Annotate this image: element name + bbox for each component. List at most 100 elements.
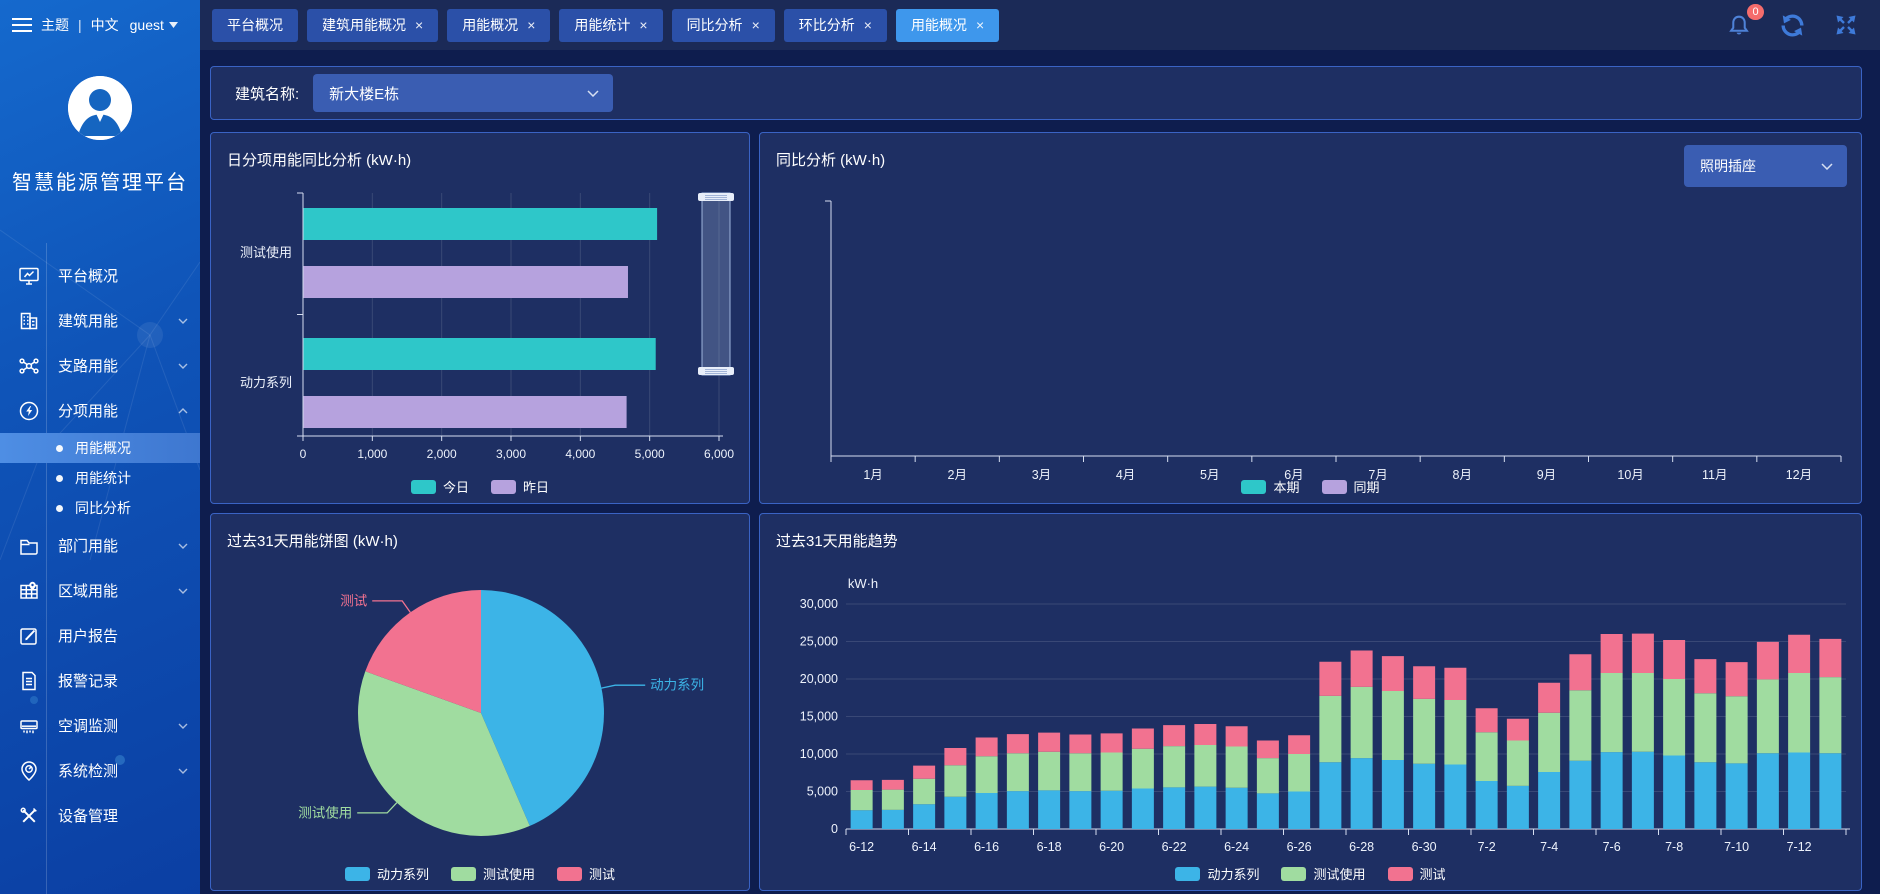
legend-item[interactable]: 测试使用	[451, 864, 535, 883]
svg-text:6-18: 6-18	[1037, 840, 1062, 854]
sidebar-item-user-report[interactable]: 用户报告	[0, 613, 200, 658]
refresh-button[interactable]	[1779, 12, 1806, 39]
user-menu[interactable]: guest	[130, 17, 178, 33]
sidebar-item-device-mgmt[interactable]: 设备管理	[0, 793, 200, 838]
filter-panel: 建筑名称: 新大楼E栋	[210, 66, 1862, 120]
legend-item[interactable]: 动力系列	[345, 864, 429, 883]
chevron-down-icon	[587, 90, 599, 97]
menu-toggle-icon[interactable]	[12, 18, 32, 32]
sidebar-item-system-check[interactable]: 系统检测	[0, 748, 200, 793]
sidebar-subitem-label: 用能概况	[75, 438, 131, 458]
fullscreen-button[interactable]	[1834, 13, 1858, 37]
legend-swatch	[345, 867, 370, 881]
tab[interactable]: 平台概况	[212, 9, 298, 42]
sidebar-item-branch-energy[interactable]: 支路用能	[0, 343, 200, 388]
sidebar-item-label: 系统检测	[58, 760, 118, 781]
theme-link[interactable]: 主题	[41, 15, 69, 35]
bullet-icon	[56, 505, 63, 512]
close-icon[interactable]: ×	[527, 17, 535, 33]
tab[interactable]: 环比分析 ×	[784, 9, 887, 42]
svg-text:测试使用: 测试使用	[240, 245, 292, 260]
chevron-down-icon	[178, 363, 188, 369]
caret-down-icon	[169, 22, 178, 28]
tab[interactable]: 用能概况 ×	[896, 9, 999, 42]
building-select[interactable]: 新大楼E栋	[313, 74, 613, 112]
energy-pie-chart: 动力系列 测试使用 测试	[211, 514, 749, 890]
avatar	[68, 76, 132, 140]
legend-swatch	[557, 867, 582, 881]
tab[interactable]: 用能概况 ×	[447, 9, 550, 42]
sidebar-item-subitem-energy[interactable]: 分项用能	[0, 388, 200, 433]
tab-label: 环比分析	[799, 15, 855, 35]
main-content: 建筑名称: 新大楼E栋 日分项用能同比分析 (kW·h) 01,0002,000…	[200, 50, 1880, 894]
sidebar-subitem-energy-stats[interactable]: 用能统计	[0, 463, 200, 493]
building-name-label: 建筑名称:	[235, 83, 299, 104]
chevron-down-icon	[178, 768, 188, 774]
folder-icon	[17, 534, 41, 558]
legend-label: 同期	[1354, 477, 1380, 496]
sidebar-item-ac-monitor[interactable]: 空调监测	[0, 703, 200, 748]
tab-label: 用能概况	[911, 15, 967, 35]
sidebar-item-region-energy[interactable]: 区域用能	[0, 568, 200, 613]
legend-label: 动力系列	[377, 864, 429, 883]
close-icon[interactable]: ×	[415, 17, 423, 33]
svg-text:1,000: 1,000	[357, 447, 387, 461]
panel-title: 过去31天用能趋势	[776, 530, 898, 551]
sidebar-item-alarm-records[interactable]: 报警记录	[0, 658, 200, 703]
user-bar: 主题 | 中文 guest	[0, 0, 200, 50]
legend-item[interactable]: 同期	[1322, 477, 1380, 496]
legend-item[interactable]: 动力系列	[1175, 864, 1259, 883]
tab[interactable]: 用能统计 ×	[559, 9, 662, 42]
chevron-down-icon	[178, 588, 188, 594]
datazoom-slider[interactable]	[698, 193, 734, 375]
ac-icon	[17, 714, 41, 738]
panel-daily-yoy: 日分项用能同比分析 (kW·h) 01,0002,0003,0004,0005,…	[210, 132, 750, 504]
svg-text:6-12: 6-12	[849, 840, 874, 854]
close-icon[interactable]: ×	[639, 17, 647, 33]
legend-item[interactable]: 今日	[411, 477, 469, 496]
language-link[interactable]: 中文	[91, 15, 119, 35]
tab[interactable]: 同比分析×	[672, 9, 775, 42]
legend-item[interactable]: 本期	[1241, 477, 1299, 496]
sidebar-subitem-energy-overview[interactable]: 用能概况	[0, 433, 200, 463]
chevron-down-icon	[178, 543, 188, 549]
svg-text:6-16: 6-16	[974, 840, 999, 854]
svg-text:6-28: 6-28	[1349, 840, 1374, 854]
svg-text:7-8: 7-8	[1665, 840, 1683, 854]
notifications-button[interactable]: 0	[1727, 13, 1751, 37]
tab-label: 用能概况	[462, 15, 518, 35]
notification-badge: 0	[1747, 4, 1764, 20]
legend-item[interactable]: 测试	[1388, 864, 1446, 883]
sidebar: 主题 | 中文 guest 智慧能源管理平台 平台概况建筑用能支路用能分项用能用…	[0, 0, 200, 894]
yoy-line-chart: 1月2月3月4月5月6月7月8月9月10月11月12月	[760, 133, 1861, 503]
close-icon[interactable]: ×	[752, 17, 760, 33]
legend-item[interactable]: 测试	[557, 864, 615, 883]
tab[interactable]: 建筑用能概况×	[307, 9, 438, 42]
sidebar-subitem-yoy-analysis[interactable]: 同比分析	[0, 493, 200, 523]
tab-label: 用能统计	[574, 15, 630, 35]
map-icon	[17, 579, 41, 603]
legend-item[interactable]: 测试使用	[1281, 864, 1365, 883]
svg-text:5,000: 5,000	[635, 447, 665, 461]
username: guest	[130, 17, 164, 33]
chart-legend: 动力系列 测试使用 测试	[211, 864, 749, 883]
legend-item[interactable]: 昨日	[491, 477, 549, 496]
sidebar-item-label: 区域用能	[58, 580, 118, 601]
svg-text:2,000: 2,000	[427, 447, 457, 461]
legend-swatch	[451, 867, 476, 881]
sidebar-item-platform-overview[interactable]: 平台概况	[0, 253, 200, 298]
chevron-up-icon	[178, 408, 188, 414]
building-select-value: 新大楼E栋	[329, 83, 399, 104]
close-icon[interactable]: ×	[864, 17, 872, 33]
svg-text:4,000: 4,000	[565, 447, 595, 461]
bullet-icon	[56, 475, 63, 482]
panel-energy-pie: 过去31天用能饼图 (kW·h) 动力系列测试使用测试 动力系列测试使用测试	[210, 513, 750, 891]
category-select[interactable]: 照明插座	[1684, 145, 1847, 187]
svg-text:5,000: 5,000	[807, 785, 838, 799]
sidebar-item-department-energy[interactable]: 部门用能	[0, 523, 200, 568]
svg-text:6-30: 6-30	[1412, 840, 1437, 854]
sidebar-item-building-energy[interactable]: 建筑用能	[0, 298, 200, 343]
close-icon[interactable]: ×	[976, 17, 984, 33]
legend-label: 测试使用	[1313, 864, 1365, 883]
monitor-icon	[17, 264, 41, 288]
